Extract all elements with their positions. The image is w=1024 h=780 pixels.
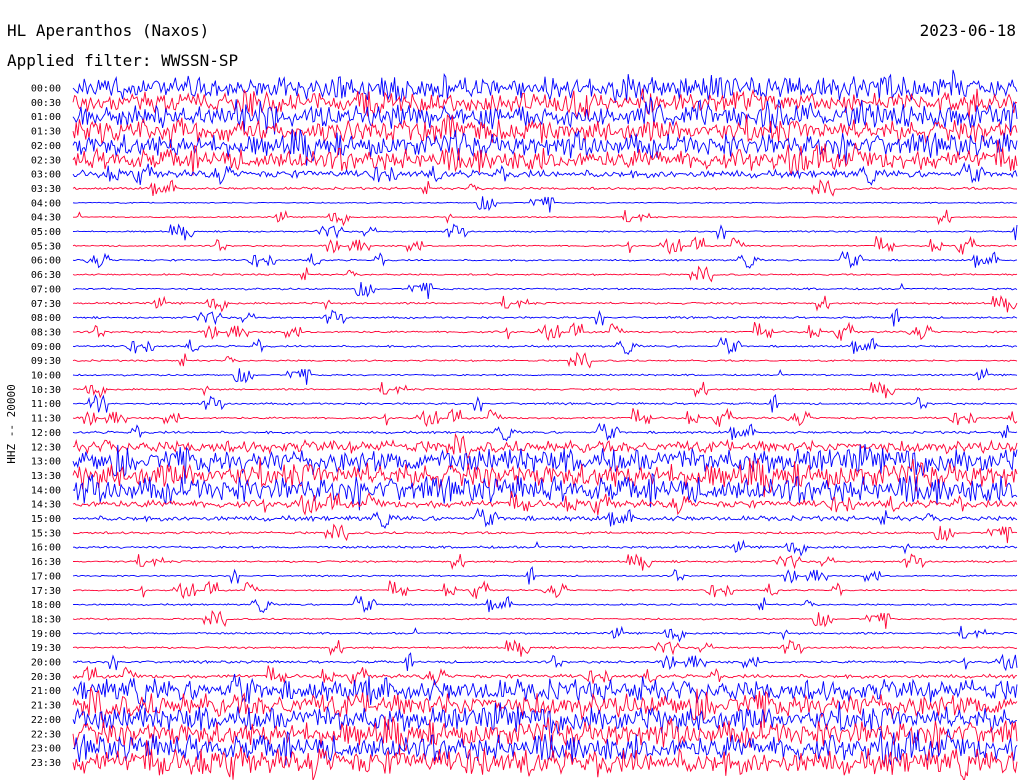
row-time-label: 09:30 (31, 356, 61, 367)
row-time-label: 13:00 (31, 457, 61, 468)
row-time-label: 22:00 (31, 715, 61, 726)
row-time-label: 11:00 (31, 399, 61, 410)
row-time-label: 05:00 (31, 227, 61, 238)
seismic-trace (72, 250, 1018, 269)
station-title: HL Aperanthos (Naxos) (7, 21, 209, 40)
seismic-trace (72, 407, 1018, 428)
row-time-label: 21:00 (31, 686, 61, 697)
seismic-trace (72, 701, 1018, 735)
row-time-label: 14:30 (31, 500, 61, 511)
seismic-trace (72, 295, 1018, 313)
row-time-label: 01:00 (31, 112, 61, 123)
row-time-label: 12:00 (31, 428, 61, 439)
row-time-label: 13:30 (31, 471, 61, 482)
seismic-trace (73, 209, 1018, 227)
seismic-trace (72, 539, 1018, 557)
row-time-label: 00:00 (31, 84, 61, 95)
row-time-label: 12:30 (31, 442, 61, 453)
row-time-label: 11:30 (31, 414, 61, 425)
row-time-label: 14:00 (31, 485, 61, 496)
seismic-trace (72, 665, 1018, 686)
row-time-label: 20:30 (31, 672, 61, 683)
seismic-trace (72, 566, 1018, 585)
trace-group (72, 69, 1018, 780)
seismogram-page: HL Aperanthos (Naxos) 2023-06-18 Applied… (0, 0, 1024, 780)
seismic-trace (72, 652, 1018, 672)
row-time-label: 03:30 (31, 184, 61, 195)
row-time-label: 23:30 (31, 758, 61, 769)
row-time-label: 16:00 (31, 543, 61, 554)
seismic-trace (72, 235, 1018, 255)
seismic-trace (72, 523, 1018, 544)
seismic-trace (72, 336, 1018, 355)
row-label-group: 00:00 00:30 01:00 01:30 02:00 02:30 03:00 03:30… (31, 84, 61, 769)
row-time-label: 04:00 (31, 198, 61, 209)
seismic-trace (72, 351, 1018, 369)
row-time-label: 06:00 (31, 256, 61, 267)
seismic-trace (72, 179, 1018, 197)
seismic-trace (72, 282, 1018, 299)
row-time-label: 22:30 (31, 729, 61, 740)
row-time-label: 18:00 (31, 600, 61, 611)
row-time-label: 10:00 (31, 371, 61, 382)
y-axis-label: HHZ -- 20000 (5, 384, 18, 463)
row-time-label: 19:30 (31, 643, 61, 654)
row-time-label: 17:30 (31, 586, 61, 597)
row-time-label: 09:00 (31, 342, 61, 353)
row-time-label: 05:30 (31, 241, 61, 252)
seismic-trace (72, 432, 1018, 459)
row-time-label: 01:30 (31, 127, 61, 138)
seismic-trace (72, 422, 1018, 442)
seismic-trace (72, 507, 1018, 529)
seismic-trace (72, 321, 1018, 342)
seismic-trace (72, 580, 1018, 600)
row-time-label: 20:00 (31, 658, 61, 669)
seismic-trace (72, 265, 1018, 283)
row-time-label: 15:00 (31, 514, 61, 525)
seismic-trace (72, 625, 1018, 643)
row-time-label: 07:30 (31, 299, 61, 310)
row-time-label: 06:30 (31, 270, 61, 281)
seismic-trace (72, 97, 1018, 135)
filter-label: Applied filter: WWSSN-SP (7, 51, 238, 70)
row-time-label: 02:30 (31, 155, 61, 166)
row-time-label: 03:00 (31, 170, 61, 181)
row-time-label: 10:30 (31, 385, 61, 396)
seismic-trace (73, 307, 1018, 327)
row-time-label: 19:00 (31, 629, 61, 640)
seismic-trace (72, 595, 1018, 614)
row-time-label: 04:30 (31, 213, 61, 224)
row-time-label: 23:00 (31, 744, 61, 755)
seismic-trace (72, 196, 1018, 213)
seismic-trace (72, 609, 1018, 629)
row-time-label: 21:30 (31, 701, 61, 712)
row-time-label: 16:30 (31, 557, 61, 568)
helicorder-chart: HL Aperanthos (Naxos) 2023-06-18 Applied… (5, 21, 1018, 780)
seismic-trace (73, 393, 1018, 413)
row-time-label: 15:30 (31, 528, 61, 539)
row-time-label: 08:00 (31, 313, 61, 324)
date-label: 2023-06-18 (920, 21, 1016, 40)
seismic-trace (72, 553, 1018, 571)
seismic-trace (72, 223, 1018, 241)
seismic-trace (72, 367, 1018, 385)
row-time-label: 00:30 (31, 98, 61, 109)
seismic-trace (72, 673, 1018, 711)
seismic-trace (72, 381, 1018, 399)
row-time-label: 02:00 (31, 141, 61, 152)
seismic-trace (72, 161, 1018, 186)
row-time-label: 17:00 (31, 571, 61, 582)
row-time-label: 18:30 (31, 614, 61, 625)
row-time-label: 07:00 (31, 284, 61, 295)
seismic-trace (72, 491, 1018, 516)
seismic-trace (72, 639, 1018, 657)
row-time-label: 08:30 (31, 327, 61, 338)
